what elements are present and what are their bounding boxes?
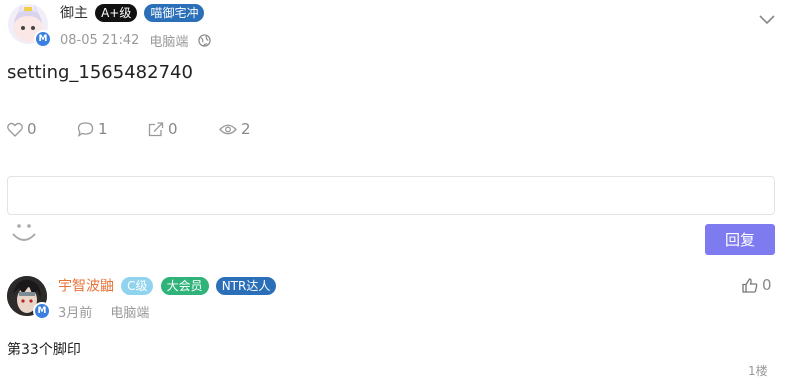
like-stat[interactable]: 0 [7, 120, 37, 138]
thumbs-up-icon [742, 277, 762, 293]
floor-number: 1楼 [748, 364, 768, 378]
share-count: 0 [168, 120, 178, 138]
comment-author-avatar[interactable]: M [7, 276, 51, 320]
comment-author-line: 宇智波鼬 C级 大会员 NTR达人 [58, 275, 277, 296]
comment-time: 3月前 [58, 306, 93, 321]
level-badge: C级 [121, 276, 154, 295]
comment-author-name[interactable]: 宇智波鼬 [58, 279, 114, 295]
comment-count: 1 [98, 120, 108, 138]
post-device: 电脑端 [149, 35, 189, 50]
comment-stat[interactable]: 1 [77, 120, 108, 138]
post-meta: 08-05 21:42 电脑端 [60, 31, 212, 50]
post-author-name[interactable]: 御主 [60, 6, 88, 22]
level-badge: A+级 [95, 3, 138, 22]
view-count: 2 [241, 120, 251, 138]
reply-button[interactable]: 回复 [705, 224, 775, 255]
like-count: 0 [27, 120, 37, 138]
title-badge: NTR达人 [215, 276, 277, 295]
comment-text: 第33个脚印 [7, 342, 81, 358]
view-stat: 2 [219, 120, 251, 138]
comment-device: 电脑端 [110, 306, 150, 321]
reply-input[interactable] [7, 176, 775, 215]
post-author-avatar[interactable]: M [8, 4, 52, 48]
member-badge: M [34, 30, 52, 48]
chevron-down-icon[interactable] [758, 11, 776, 25]
comment-like-count: 0 [762, 276, 772, 294]
share-icon [148, 121, 168, 137]
member-badge: M [33, 302, 51, 320]
heart-icon [7, 122, 27, 137]
post-title: setting_1565482740 [7, 62, 193, 83]
share-stat[interactable]: 0 [148, 120, 178, 138]
post-time: 08-05 21:42 [60, 33, 140, 48]
comment-like[interactable]: 0 [742, 276, 772, 294]
eye-icon [219, 123, 241, 136]
post-author-line: 御主 A+级 喵御宅冲 [60, 2, 205, 23]
smiley-icon[interactable] [11, 222, 37, 244]
comment-icon [77, 121, 98, 137]
comment-meta: 3月前 电脑端 [58, 302, 149, 321]
vip-badge: 大会员 [160, 276, 209, 295]
group-badge: 喵御宅冲 [144, 3, 205, 22]
globe-icon [198, 34, 212, 47]
